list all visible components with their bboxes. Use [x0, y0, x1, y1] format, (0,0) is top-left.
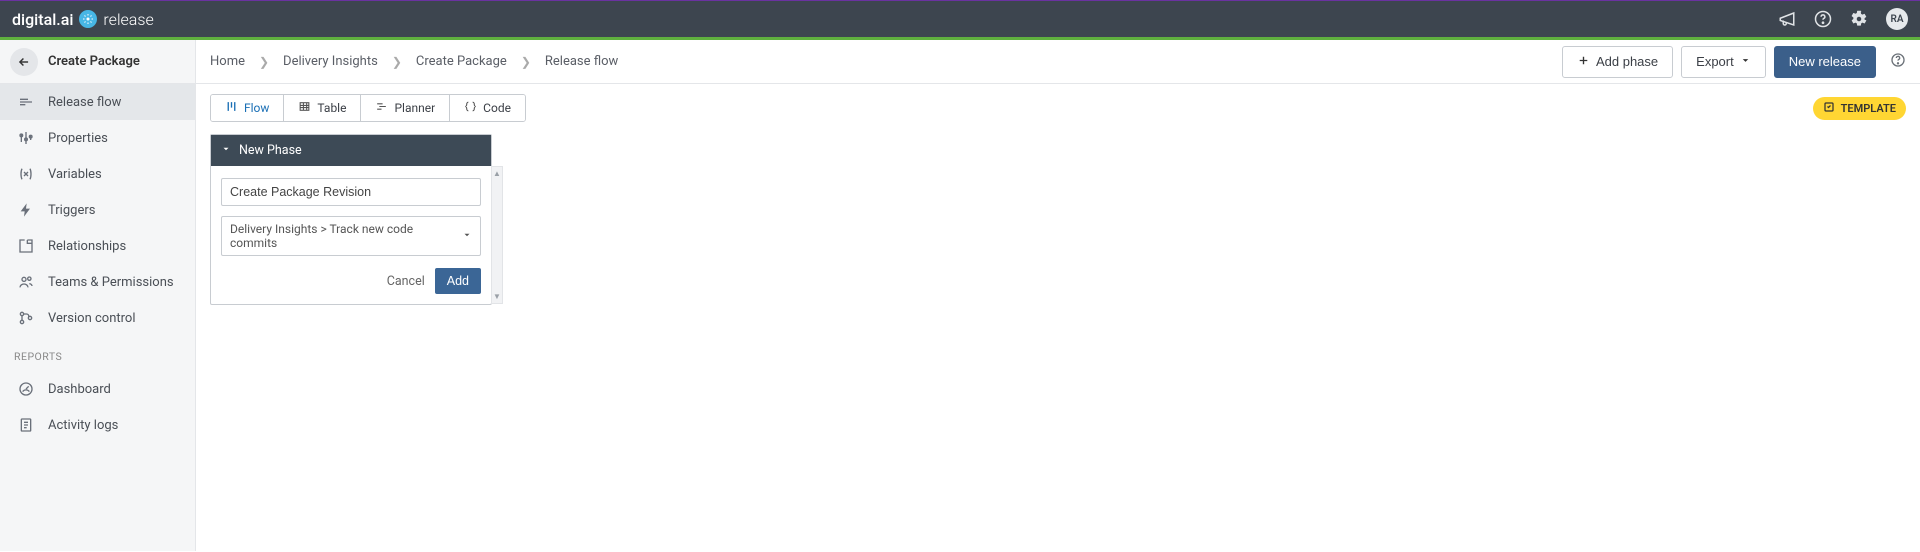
main: Home ❯ Delivery Insights ❯ Create Packag…	[196, 40, 1920, 551]
settings-icon[interactable]	[1850, 10, 1868, 28]
breadcrumb-current: Release flow	[545, 54, 618, 69]
back-button[interactable]	[10, 48, 38, 76]
sidebar-item-label: Triggers	[48, 203, 95, 218]
context-help-icon[interactable]	[1890, 52, 1906, 72]
sidebar-section-reports: REPORTS	[0, 336, 195, 371]
announcement-icon[interactable]	[1778, 10, 1796, 28]
sidebar-item-label: Activity logs	[48, 418, 118, 433]
triggers-icon	[18, 202, 34, 218]
table-icon	[298, 100, 311, 116]
add-button[interactable]: Add	[435, 268, 481, 294]
relationships-icon	[18, 238, 34, 254]
sidebar-item-release-flow[interactable]: Release flow	[0, 84, 195, 120]
breadcrumb: Home ❯ Delivery Insights ❯ Create Packag…	[210, 54, 618, 69]
tab-code[interactable]: Code	[450, 95, 525, 121]
caret-down-icon	[221, 143, 231, 158]
brand-name-2: release	[103, 10, 153, 29]
task-type-dropdown[interactable]: Delivery Insights > Track new code commi…	[221, 216, 481, 256]
tab-table-label: Table	[317, 101, 346, 115]
task-name-input[interactable]	[221, 178, 481, 206]
sidebar-item-activity-logs[interactable]: Activity logs	[0, 407, 195, 443]
phase-scrollbar[interactable]: ▲ ▼	[491, 166, 503, 304]
flow-icon	[225, 100, 238, 116]
teams-icon	[18, 274, 34, 290]
variables-icon	[18, 166, 34, 182]
sidebar-item-label: Dashboard	[48, 382, 111, 397]
help-icon[interactable]	[1814, 10, 1832, 28]
sidebar-item-label: Properties	[48, 131, 108, 146]
properties-icon	[18, 130, 34, 146]
sidebar-item-variables[interactable]: Variables	[0, 156, 195, 192]
top-bar: digital.ai release RA	[0, 0, 1920, 37]
release-flow-icon	[18, 94, 34, 110]
tab-flow[interactable]: Flow	[211, 95, 284, 121]
dashboard-icon	[18, 381, 34, 397]
dropdown-value: Delivery Insights > Track new code commi…	[230, 222, 462, 250]
scroll-down-icon: ▼	[491, 290, 503, 303]
sidebar-item-version-control[interactable]: Version control	[0, 300, 195, 336]
sidebar-item-teams[interactable]: Teams & Permissions	[0, 264, 195, 300]
breadcrumb-create-package[interactable]: Create Package	[416, 54, 507, 69]
chevron-right-icon: ❯	[259, 55, 269, 69]
tab-planner[interactable]: Planner	[361, 95, 450, 121]
chevron-right-icon: ❯	[392, 55, 402, 69]
sidebar-item-label: Version control	[48, 311, 136, 326]
phase-card: New Phase Delivery Insights > Track new …	[210, 134, 492, 305]
sidebar-item-dashboard[interactable]: Dashboard	[0, 371, 195, 407]
version-control-icon	[18, 310, 34, 326]
plus-icon	[1577, 54, 1590, 70]
sidebar: Create Package Release flow Properties V…	[0, 40, 196, 551]
breadcrumb-home[interactable]: Home	[210, 54, 245, 69]
add-phase-button[interactable]: Add phase	[1562, 46, 1673, 78]
sidebar-item-properties[interactable]: Properties	[0, 120, 195, 156]
sidebar-item-label: Variables	[48, 167, 102, 182]
phase-header[interactable]: New Phase	[211, 135, 491, 166]
activity-logs-icon	[18, 417, 34, 433]
view-tabs: Flow Table Planner	[210, 94, 526, 122]
brand-name-1: digital.ai	[12, 10, 73, 29]
sidebar-item-label: Relationships	[48, 239, 126, 254]
sidebar-item-relationships[interactable]: Relationships	[0, 228, 195, 264]
tab-flow-label: Flow	[244, 101, 269, 115]
sidebar-title: Create Package	[48, 54, 140, 69]
scroll-up-icon: ▲	[491, 167, 503, 180]
caret-down-icon	[462, 229, 472, 243]
product-logo-icon	[79, 10, 97, 28]
chevron-right-icon: ❯	[521, 55, 531, 69]
breadcrumb-delivery-insights[interactable]: Delivery Insights	[283, 54, 378, 69]
sidebar-item-label: Teams & Permissions	[48, 275, 174, 290]
export-button[interactable]: Export	[1681, 46, 1766, 78]
code-icon	[464, 100, 477, 116]
new-release-label: New release	[1789, 54, 1861, 69]
export-label: Export	[1696, 54, 1734, 69]
add-button-label: Add	[447, 274, 469, 288]
template-badge-label: TEMPLATE	[1841, 102, 1896, 115]
new-release-button[interactable]: New release	[1774, 46, 1876, 78]
template-icon	[1823, 101, 1835, 116]
template-badge: TEMPLATE	[1813, 97, 1906, 120]
tab-planner-label: Planner	[394, 101, 435, 115]
sidebar-item-label: Release flow	[48, 95, 121, 110]
tab-table[interactable]: Table	[284, 95, 361, 121]
tab-code-label: Code	[483, 101, 511, 115]
planner-icon	[375, 100, 388, 116]
add-phase-label: Add phase	[1596, 54, 1658, 69]
sidebar-item-triggers[interactable]: Triggers	[0, 192, 195, 228]
brand[interactable]: digital.ai release	[12, 10, 154, 29]
caret-down-icon	[1740, 54, 1751, 69]
phase-header-title: New Phase	[239, 143, 302, 158]
avatar[interactable]: RA	[1886, 8, 1908, 30]
cancel-button[interactable]: Cancel	[387, 274, 425, 289]
